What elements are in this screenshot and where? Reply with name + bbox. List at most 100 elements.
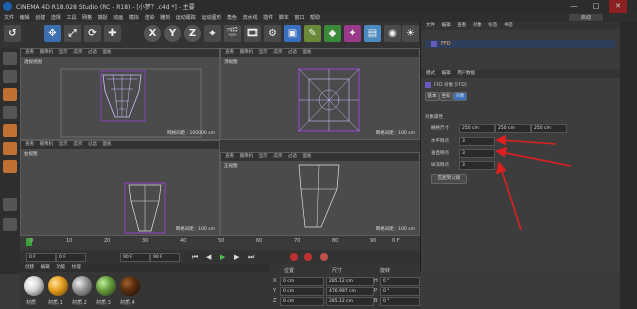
camera-icon[interactable]: ◉ [384,25,401,42]
material-swatch-4[interactable] [120,276,140,296]
menu-plugins[interactable]: 插件 [263,14,273,21]
viewport-perspective[interactable]: 查看 摄像机 显示 选项 过滤 面板 透视视图 网格间距 : 100000 cm [20,48,220,140]
current-frame-field[interactable]: 0 F [56,253,86,262]
material-name: 材质.2 [72,300,87,306]
coordinate-system-icon[interactable]: ⌖ [204,25,221,42]
menu-tools[interactable]: 工具 [66,14,76,21]
close-button[interactable]: ✕ [609,0,627,13]
menu-select[interactable]: 选择 [51,14,61,21]
menu-animate[interactable]: 动画 [113,14,123,21]
size-y-field[interactable]: 476.997 cm [326,287,374,296]
menu-motion-tracker[interactable]: 运动跟踪 [176,14,196,21]
viewport-top[interactable]: 查看 摄像机 显示 选项 过滤 面板 顶视图 网格间距 : 100 cm [220,48,420,140]
om-tab-bookmarks[interactable]: 书签 [504,22,513,28]
mm-tab-create[interactable]: 创建 [25,264,34,270]
start-frame-field[interactable]: 0 F [26,253,56,262]
menu-create[interactable]: 创建 [35,14,45,21]
om-tab-objects[interactable]: 对象 [473,22,482,28]
autokey-icon[interactable] [304,253,312,261]
snap-icon[interactable] [3,198,17,211]
object-manager-tabs: 文件 编辑 查看 对象 标签 书签 [421,22,620,30]
mm-tab-edit[interactable]: 编辑 [41,264,50,270]
play-icon[interactable]: ▶ [220,253,225,261]
om-tab-file[interactable]: 文件 [426,22,435,28]
pos-y-field[interactable]: 0 cm [280,287,324,296]
right-side-tabs [620,22,637,309]
record-icon[interactable] [290,253,298,261]
size-x-field[interactable]: 285.12 cm [326,277,374,286]
timeline-ruler[interactable]: 0 10 20 30 40 50 60 70 80 90 0 F [20,236,420,250]
model-mode-icon[interactable] [3,70,17,83]
pos-x-field[interactable]: 0 cm [280,277,324,286]
om-tab-view[interactable]: 查看 [457,22,466,28]
viewport-front[interactable]: 查看 摄像机 显示 选项 过滤 面板 正视图 网格间距 : 100 cm [220,152,420,236]
render-view-icon[interactable]: 🎬 [224,25,241,42]
pen-icon[interactable]: ✎ [304,25,321,42]
step-back-icon[interactable]: ◀ [206,253,211,261]
edges-mode-icon[interactable] [3,142,17,155]
maximize-button[interactable]: □ [587,0,605,13]
material-swatch-1[interactable] [48,276,68,296]
cube-icon[interactable]: ▣ [284,25,301,42]
menu-mograph[interactable]: 运动图形 [201,14,221,21]
viewport-right[interactable]: 查看 摄像机 显示 选项 过滤 面板 右视图 网格间距 : 100 cm [20,140,220,236]
tick-label: 0 [30,238,34,244]
coord-header-rotation: 旋转 [380,268,391,274]
render-settings-icon[interactable]: ⚙ [264,25,281,42]
go-to-end-icon[interactable]: ⏭ [248,253,254,262]
y-axis-button[interactable]: Y [164,25,181,42]
pos-z-field[interactable]: 0 cm [280,297,324,306]
preview-end-field[interactable]: 90 F [150,253,180,262]
move-icon[interactable]: ✥ [44,25,61,42]
material-swatch-2[interactable] [72,276,92,296]
menu-edit[interactable]: 编辑 [20,14,30,21]
material-swatch-3[interactable] [96,276,116,296]
size-z-field[interactable]: 285.12 cm [326,297,374,306]
render-picture-viewer-icon[interactable]: 🎞 [244,25,261,42]
menu-script[interactable]: 脚本 [279,14,289,21]
mm-tab-function[interactable]: 功能 [56,264,65,270]
om-tab-edit[interactable]: 编辑 [442,22,451,28]
menu-file[interactable]: 文件 [4,14,14,21]
deformer-icon[interactable]: ▤ [364,25,381,42]
light-icon[interactable]: ☀ [402,25,419,42]
z-axis-button[interactable]: Z [184,25,201,42]
points-mode-icon[interactable] [3,124,17,137]
workplane-icon[interactable] [3,106,17,119]
x-axis-button[interactable]: X [144,25,161,42]
menu-snap[interactable]: 捕捉 [98,14,108,21]
make-editable-icon[interactable] [3,52,17,65]
material-swatch-0[interactable] [24,276,44,296]
minimize-button[interactable]: — [565,0,583,13]
keyframe-selection-icon[interactable] [320,253,328,261]
scale-icon[interactable]: ⤢ [64,25,81,42]
mograph-icon[interactable]: ✦ [344,25,361,42]
rot-p-field[interactable]: 0 ° [380,287,420,296]
go-to-start-icon[interactable]: ⏮ [192,253,198,262]
polygons-mode-icon[interactable] [3,160,17,173]
layout-dropdown[interactable]: 启动 [569,14,604,21]
menu-help[interactable]: 帮助 [310,14,320,21]
rotate-icon[interactable]: ⟳ [84,25,101,42]
menu-render[interactable]: 渲染 [144,14,154,21]
undo-icon[interactable]: ↺ [4,25,21,42]
menu-sculpt[interactable]: 雕刻 [160,14,170,21]
menu-mesh[interactable]: 网格 [82,14,92,21]
menu-character[interactable]: 角色 [227,14,237,21]
rot-h-field[interactable]: 0 ° [380,277,420,286]
menu-pipeline[interactable]: 流水线 [243,14,258,21]
mm-tab-texture[interactable]: 纹理 [72,264,81,270]
tick-label: 40 [180,238,187,244]
menu-window[interactable]: 窗口 [294,14,304,21]
om-tab-tags[interactable]: 标签 [488,22,497,28]
menu-simulate[interactable]: 模拟 [129,14,139,21]
rot-b-field[interactable]: 0 ° [380,297,420,306]
coord-header-size: 尺寸 [332,268,343,274]
object-row-ffd[interactable]: FFD [425,40,615,48]
step-forward-icon[interactable]: ▶ [234,253,239,261]
recent-tools-icon[interactable]: ✚ [104,25,121,42]
end-frame-field[interactable]: 90 F [120,253,150,262]
subdivision-icon[interactable]: ◆ [324,25,341,42]
texture-mode-icon[interactable] [3,88,17,101]
lock-workplane-icon[interactable] [3,218,17,231]
